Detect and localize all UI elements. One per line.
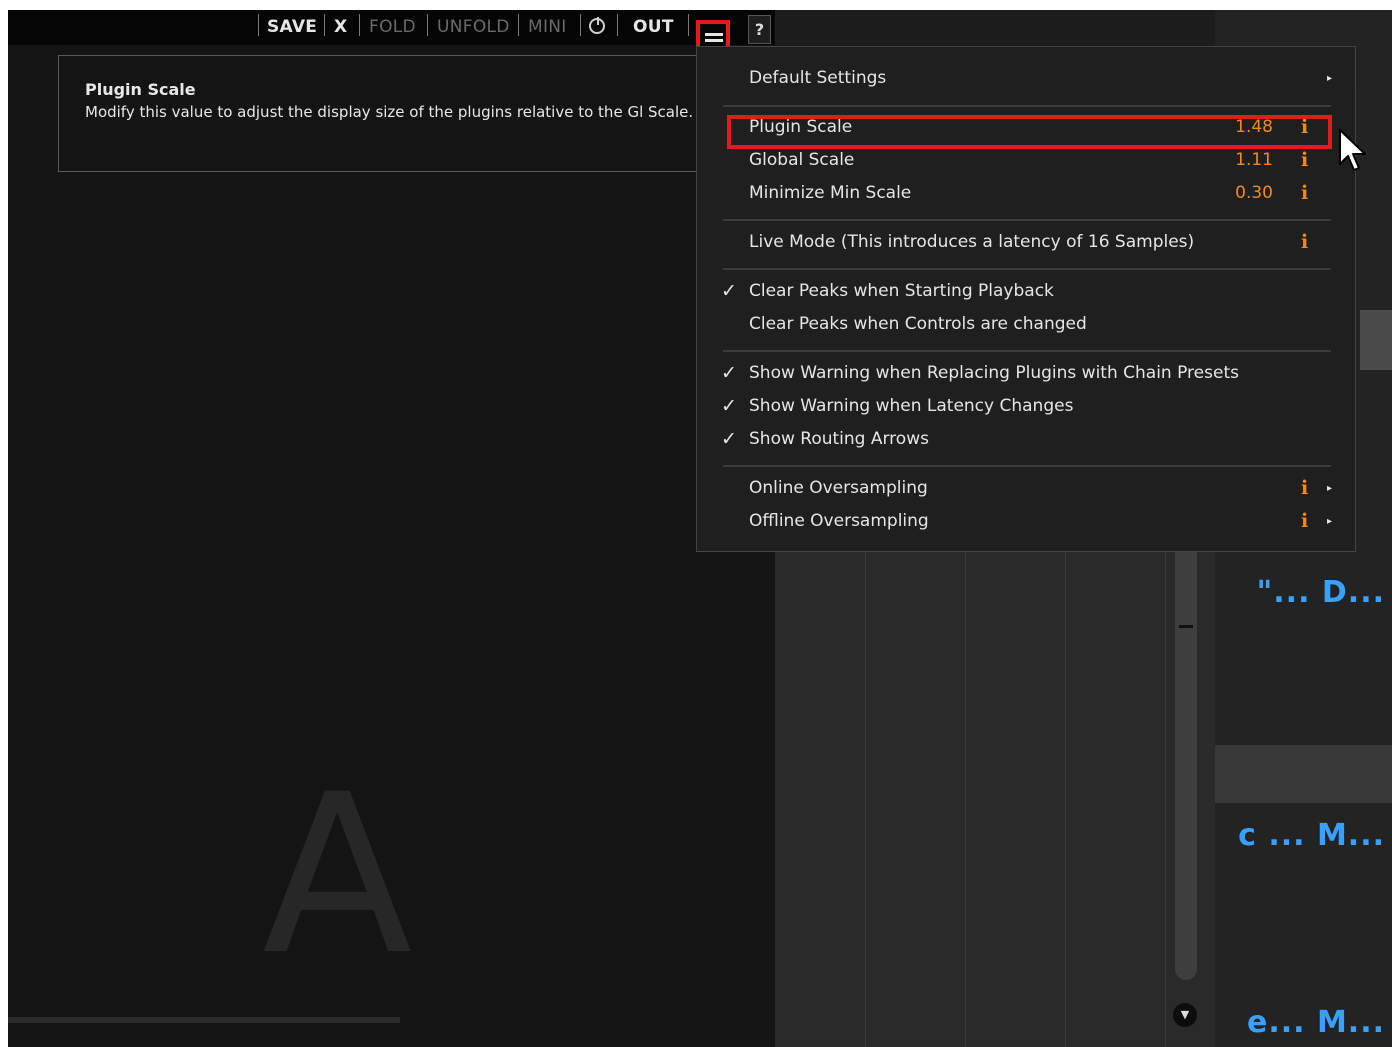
menu-item-clear-peaks-controls[interactable]: Clear Peaks when Controls are changed [697,308,1357,341]
menu-item-warn-latency-changes[interactable]: ✓ Show Warning when Latency Changes [697,390,1357,423]
info-icon[interactable]: i [1301,226,1308,259]
help-button[interactable]: ? [748,15,771,44]
bypass-power-icon[interactable] [589,17,605,34]
plugin-body: Plugin Scale Modify this value to adjust… [8,45,775,1047]
unfold-button[interactable]: UNFOLD [437,10,510,45]
lane-divider [1165,510,1166,1047]
vertical-scrollbar[interactable] [1175,510,1197,980]
info-icon[interactable]: i [1301,505,1308,538]
minimize-min-scale-value[interactable]: 0.30 [1235,177,1273,210]
screen-frame: "... D... c ... M... e... M... ▼ SAVE X … [8,10,1392,1047]
menu-item-offline-oversampling[interactable]: Offline Oversampling i ▸ [697,505,1357,538]
scroll-down-button[interactable]: ▼ [1173,1003,1197,1027]
track-name-2[interactable]: c ... M... [1215,818,1385,853]
toolbar-separator [359,14,360,36]
lane-divider [1065,510,1066,1047]
highlight-annotation-box [727,115,1332,149]
submenu-arrow-icon: ▸ [1327,73,1333,84]
info-description: Modify this value to adjust the display … [85,103,694,121]
menu-divider [723,219,1331,221]
fold-button[interactable]: FOLD [369,10,416,45]
mini-button[interactable]: MINI [528,10,567,45]
toolbar-separator [617,14,618,36]
toolbar-separator [580,14,581,36]
menu-icon-bar [705,39,723,42]
toolbar-separator [324,14,325,36]
menu-item-show-routing-arrows[interactable]: ✓ Show Routing Arrows [697,423,1357,456]
menu-item-warn-replacing-plugins[interactable]: ✓ Show Warning when Replacing Plugins wi… [697,357,1357,390]
track-name-1[interactable]: "... D... [1215,575,1385,610]
menu-item-clear-peaks-playback[interactable]: ✓ Clear Peaks when Starting Playback [697,275,1357,308]
menu-item-minimize-min-scale[interactable]: Minimize Min Scale 0.30 i [697,177,1357,210]
submenu-arrow-icon: ▸ [1327,516,1333,527]
track-name-3[interactable]: e... M... [1215,1005,1385,1040]
lane-divider [865,510,866,1047]
settings-dropdown-menu: Default Settings ▸ Plugin Scale 1.48 i G… [696,46,1356,552]
parameter-info-box: Plugin Scale Modify this value to adjust… [58,55,748,172]
menu-item-default-settings[interactable]: Default Settings ▸ [697,62,1357,95]
plugin-logo-underline [8,1017,400,1023]
toolbar-separator [518,14,519,36]
save-button[interactable]: SAVE [267,10,317,45]
menu-divider [723,105,1331,107]
info-title: Plugin Scale [85,80,196,99]
menu-item-live-mode[interactable]: Live Mode (This introduces a latency of … [697,226,1357,259]
info-icon[interactable]: i [1301,177,1308,210]
menu-item-online-oversampling[interactable]: Online Oversampling i ▸ [697,472,1357,505]
plugin-logo-letter: A [262,747,413,1003]
menu-divider [723,350,1331,352]
mouse-cursor-icon [1339,129,1366,171]
toolbar-separator [688,14,689,36]
lane-divider [965,510,966,1047]
track-header-band [1360,310,1392,370]
output-button[interactable]: OUT [633,10,674,45]
info-icon[interactable]: i [1301,472,1308,505]
checkmark-icon: ✓ [721,362,737,384]
plugin-toolbar: SAVE X FOLD UNFOLD MINI OUT ? [8,10,775,45]
scrollbar-thumb[interactable] [1179,625,1193,628]
menu-divider [723,268,1331,270]
menu-icon-bar [705,33,723,36]
submenu-arrow-icon: ▸ [1327,483,1333,494]
close-button[interactable]: X [334,10,347,45]
checkmark-icon: ✓ [721,428,737,450]
toolbar-separator [427,14,428,36]
track-separator-strip [1215,745,1392,803]
toolbar-separator [258,14,259,36]
menu-divider [723,465,1331,467]
checkmark-icon: ✓ [721,395,737,417]
checkmark-icon: ✓ [721,280,737,302]
